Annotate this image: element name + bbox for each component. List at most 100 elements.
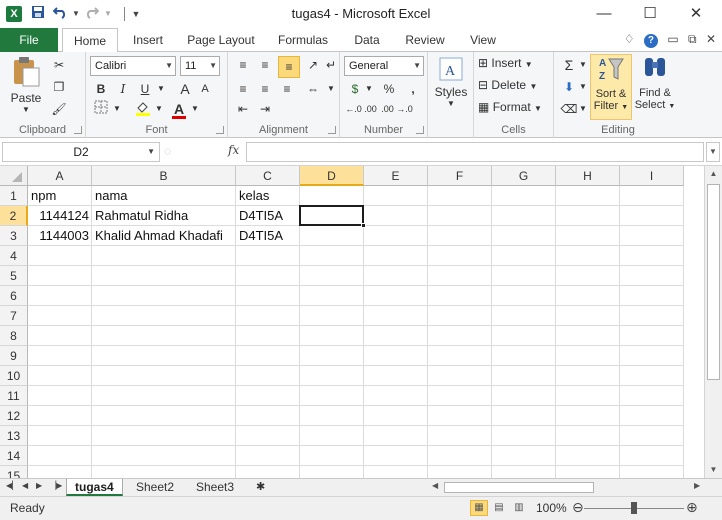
row-header-12[interactable]: 12 [0, 406, 28, 426]
font-launcher-icon[interactable] [216, 126, 224, 134]
sheet-tab-sheet3[interactable]: Sheet3 [188, 479, 242, 496]
insert-cells-button[interactable]: ⊞ Insert ▼ [478, 56, 550, 70]
maximize-icon[interactable]: ☐ [630, 2, 670, 26]
tab-view[interactable]: View [460, 28, 506, 52]
increase-indent-icon[interactable]: ⇥ [256, 100, 274, 118]
increase-decimal-button[interactable]: ←.0 .00 [344, 100, 378, 118]
row-header-3[interactable]: 3 [0, 226, 28, 246]
prev-sheet-icon[interactable]: ◀ [22, 481, 28, 490]
format-cells-button[interactable]: ▦ Format ▼ [478, 100, 550, 114]
next-sheet-icon[interactable]: ▶ [36, 481, 42, 490]
row-header-13[interactable]: 13 [0, 426, 28, 446]
select-all-button[interactable] [0, 166, 28, 186]
row-header-1[interactable]: 1 [0, 186, 28, 206]
column-header-f[interactable]: F [428, 166, 492, 186]
font-size-combo[interactable]: 11 ▼ [180, 56, 220, 76]
underline-dropdown-icon[interactable]: ▼ [152, 80, 170, 98]
page-layout-view-icon[interactable]: ▤ [490, 500, 508, 516]
cell-c1[interactable]: kelas [236, 186, 300, 206]
bold-button[interactable]: B [92, 80, 110, 98]
row-header-5[interactable]: 5 [0, 266, 28, 286]
decrease-indent-icon[interactable]: ⇤ [234, 100, 252, 118]
page-break-view-icon[interactable]: ▥ [510, 500, 528, 516]
workbook-close-icon[interactable]: ✕ [706, 32, 716, 46]
borders-dropdown-icon[interactable]: ▼ [108, 100, 126, 118]
percent-style-button[interactable]: % [380, 80, 398, 98]
paste-dropdown-icon[interactable]: ▼ [6, 105, 46, 114]
orientation-icon[interactable]: ↗ [304, 56, 322, 74]
scroll-left-icon[interactable]: ◀ [432, 481, 438, 490]
expand-formula-bar-icon[interactable]: ▼ [706, 142, 720, 162]
tab-home[interactable]: Home [62, 28, 118, 53]
sheet-tab-tugas4[interactable]: tugas4 [66, 479, 123, 496]
horizontal-scroll-thumb[interactable] [444, 482, 594, 493]
scroll-right-icon[interactable]: ▶ [694, 481, 700, 490]
italic-button[interactable]: I [114, 80, 132, 98]
tab-insert[interactable]: Insert [124, 28, 172, 52]
cell-b2[interactable]: Rahmatul Ridha [92, 206, 240, 226]
tab-formulas[interactable]: Formulas [272, 28, 334, 52]
alignment-launcher-icon[interactable] [328, 126, 336, 134]
cell-b1[interactable]: nama [92, 186, 240, 206]
row-header-15[interactable]: 15 [0, 466, 28, 478]
row-header-9[interactable]: 9 [0, 346, 28, 366]
row-header-10[interactable]: 10 [0, 366, 28, 386]
fill-handle[interactable] [361, 223, 366, 228]
cell-c2[interactable]: D4TI5A [236, 206, 300, 226]
align-middle-icon[interactable]: ≡ [256, 56, 274, 74]
merge-center-icon[interactable]: ⇔ [304, 80, 322, 98]
align-center-icon[interactable]: ≡ [256, 80, 274, 98]
sheet-tab-sheet2[interactable]: Sheet2 [128, 479, 182, 496]
sort-filter-button[interactable]: AZ Sort & Filter ▼ [590, 54, 632, 120]
row-header-11[interactable]: 11 [0, 386, 28, 406]
zoom-out-icon[interactable]: ⊖ [572, 499, 584, 516]
row-header-14[interactable]: 14 [0, 446, 28, 466]
scroll-down-icon[interactable]: ▼ [705, 462, 722, 478]
vertical-scroll-thumb[interactable] [707, 184, 720, 380]
column-header-e[interactable]: E [364, 166, 428, 186]
cell-a2[interactable]: 1144124 [28, 206, 92, 226]
column-header-h[interactable]: H [556, 166, 620, 186]
decrease-decimal-button[interactable]: .00 →.0 [380, 100, 414, 118]
align-right-icon[interactable]: ≡ [278, 80, 296, 98]
cell-b3[interactable]: Khalid Ahmad Khadafi [92, 226, 240, 246]
zoom-in-icon[interactable]: ⊕ [686, 499, 698, 516]
minimize-icon[interactable]: — [584, 2, 624, 26]
workbook-minimize-icon[interactable]: ▭ [667, 32, 678, 46]
number-format-combo[interactable]: General ▼ [344, 56, 424, 76]
font-color-dropdown-icon[interactable]: ▼ [186, 100, 204, 118]
column-header-g[interactable]: G [492, 166, 556, 186]
close-icon[interactable]: ✕ [676, 2, 716, 26]
accounting-dropdown-icon[interactable]: ▼ [360, 80, 378, 98]
column-header-a[interactable]: A [28, 166, 92, 186]
active-cell-indicator[interactable] [299, 205, 364, 226]
formula-bar-resize-icon[interactable]: ◌ [164, 144, 171, 158]
row-header-6[interactable]: 6 [0, 286, 28, 306]
format-painter-icon[interactable]: 🖌 [50, 100, 68, 118]
delete-cells-button[interactable]: ⊟ Delete ▼ [478, 78, 550, 92]
insert-sheet-icon[interactable]: ✱ [248, 479, 273, 496]
workbook-restore-icon[interactable]: ⧉ [688, 32, 697, 47]
tab-review[interactable]: Review [398, 28, 452, 52]
horizontal-scrollbar[interactable]: ◀ ▶ [432, 481, 704, 495]
column-header-b[interactable]: B [92, 166, 236, 186]
row-header-4[interactable]: 4 [0, 246, 28, 266]
comma-style-button[interactable]: , [404, 80, 422, 98]
align-bottom-icon[interactable]: ≡ [278, 56, 300, 78]
tab-page-layout[interactable]: Page Layout [182, 28, 260, 52]
tab-file[interactable]: File [0, 28, 58, 52]
cell-a1[interactable]: npm [28, 186, 92, 206]
merge-dropdown-icon[interactable]: ▼ [322, 80, 340, 98]
cell-a3[interactable]: 1144003 [28, 226, 92, 246]
formula-input[interactable] [246, 142, 704, 162]
chevron-down-icon[interactable]: ▼ [147, 143, 155, 161]
tab-data[interactable]: Data [344, 28, 390, 52]
find-select-button[interactable]: Find & Select ▼ [634, 54, 676, 120]
name-box[interactable]: D2 ▼ [2, 142, 160, 162]
first-sheet-icon[interactable]: ◀▏ [6, 481, 18, 490]
align-top-icon[interactable]: ≡ [234, 56, 252, 74]
row-header-8[interactable]: 8 [0, 326, 28, 346]
column-header-c[interactable]: C [236, 166, 300, 186]
ribbon-collapse-icon[interactable]: ♢ [624, 32, 635, 46]
worksheet-grid[interactable]: ABCDEFGHI 1 2 3 4 5 6 7 8 9 10 11 12 13 14 15 npm nama k… [0, 166, 704, 478]
